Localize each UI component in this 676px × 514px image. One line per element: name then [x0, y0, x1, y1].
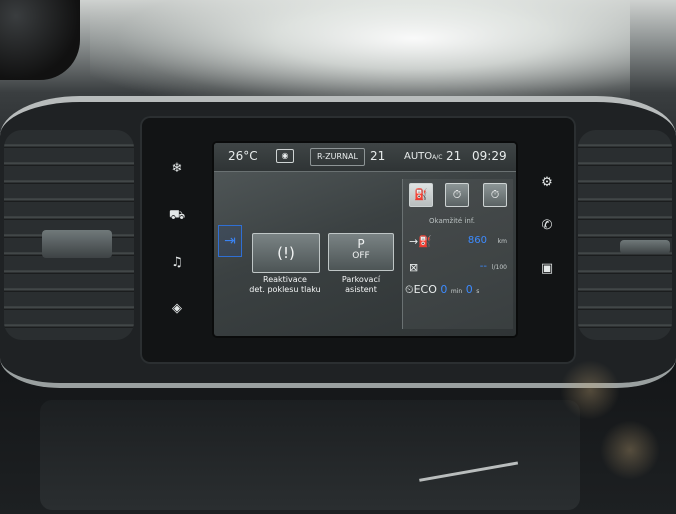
parking-assist-label: Parkovací asistent [318, 275, 404, 295]
eco-row: ⏲ECO 0 min 0 s [405, 283, 511, 303]
eco-min-unit: min [450, 288, 463, 295]
phone-icon[interactable]: ✆ [536, 215, 558, 237]
range-row: →⛽ 860 km [409, 233, 509, 253]
lens-flare [600, 420, 660, 480]
tire-pressure-icon: (!) [277, 244, 295, 262]
trip-computer-icon[interactable]: ⛽ [409, 183, 433, 207]
right-vent-tab[interactable] [620, 240, 670, 254]
range-value: 860 [467, 235, 487, 246]
settings-icon[interactable]: ⚙ [536, 172, 558, 194]
tire-pressure-label: Reaktivace det. poklesu tlaku [242, 275, 328, 295]
trip-info-widget: ⛽ ⏱ ⏱ Okamžité inf. →⛽ 860 km ⊠ -- l/100… [402, 179, 513, 329]
consumption-unit: l/100 [491, 264, 507, 271]
consumption-icon: ⊠ [409, 261, 419, 274]
apps-icon[interactable]: ▣ [536, 258, 558, 280]
eco-label: ECO [413, 283, 437, 296]
climate-icon[interactable]: ❄ [166, 158, 188, 180]
consumption-row: ⊠ -- l/100 [409, 259, 509, 279]
stopwatch-1-icon[interactable]: ⏱ [445, 183, 469, 207]
navigation-icon[interactable]: ◈ [166, 298, 188, 320]
eco-s-unit: s [476, 288, 480, 295]
lens-flare [560, 360, 620, 420]
right-air-vent [578, 130, 672, 340]
eco-seconds: 0 [465, 283, 473, 296]
radio-station[interactable]: R-ZURNAL [310, 148, 365, 166]
parking-assist-state: OFF [352, 251, 370, 261]
tire-pressure-button[interactable]: (!) [252, 233, 320, 273]
parking-assist-label-line2: asistent [345, 285, 377, 294]
outside-temperature: 26°C [228, 149, 258, 163]
climate-ac-label: A/C [432, 154, 443, 161]
media-icon[interactable]: ♫ [166, 252, 188, 274]
eco-minutes: 0 [440, 283, 448, 296]
stopwatch-2-icon[interactable]: ⏱ [483, 183, 507, 207]
right-temperature-setting[interactable]: 21 [446, 149, 461, 163]
clock: 09:29 [472, 149, 507, 163]
parking-assist-icon: P [357, 237, 365, 251]
parking-assist-label-line1: Parkovací [341, 275, 381, 284]
climate-mode-label: AUTO [404, 151, 433, 162]
tire-pressure-label-line1: Reaktivace [263, 275, 307, 284]
status-bar: 26°C ◉ R-ZURNAL 21 AUTOA/C 21 09:29 [214, 143, 516, 172]
sun-glare [90, 0, 630, 110]
fuel-range-icon: →⛽ [409, 235, 432, 248]
lower-console [40, 400, 580, 510]
radio-icon[interactable]: ◉ [276, 149, 294, 163]
eco-icon: ⏲ [405, 283, 414, 296]
consumption-value: -- [479, 261, 487, 272]
tire-pressure-label-line2: det. poklesu tlaku [249, 285, 321, 294]
range-unit: km [497, 238, 507, 245]
left-temperature-setting[interactable]: 21 [370, 149, 385, 163]
touchscreen: 26°C ◉ R-ZURNAL 21 AUTOA/C 21 09:29 ⇥ (!… [214, 143, 516, 336]
parking-assist-button[interactable]: P OFF [328, 233, 394, 271]
left-vent-tab[interactable] [42, 230, 112, 258]
car-icon[interactable]: ⛟ [166, 205, 188, 227]
climate-mode[interactable]: AUTOA/C [404, 151, 442, 162]
instrument-cluster-corner [0, 0, 80, 80]
widget-title: Okamžité inf. [429, 217, 476, 225]
page-switch-icon[interactable]: ⇥ [218, 225, 242, 257]
